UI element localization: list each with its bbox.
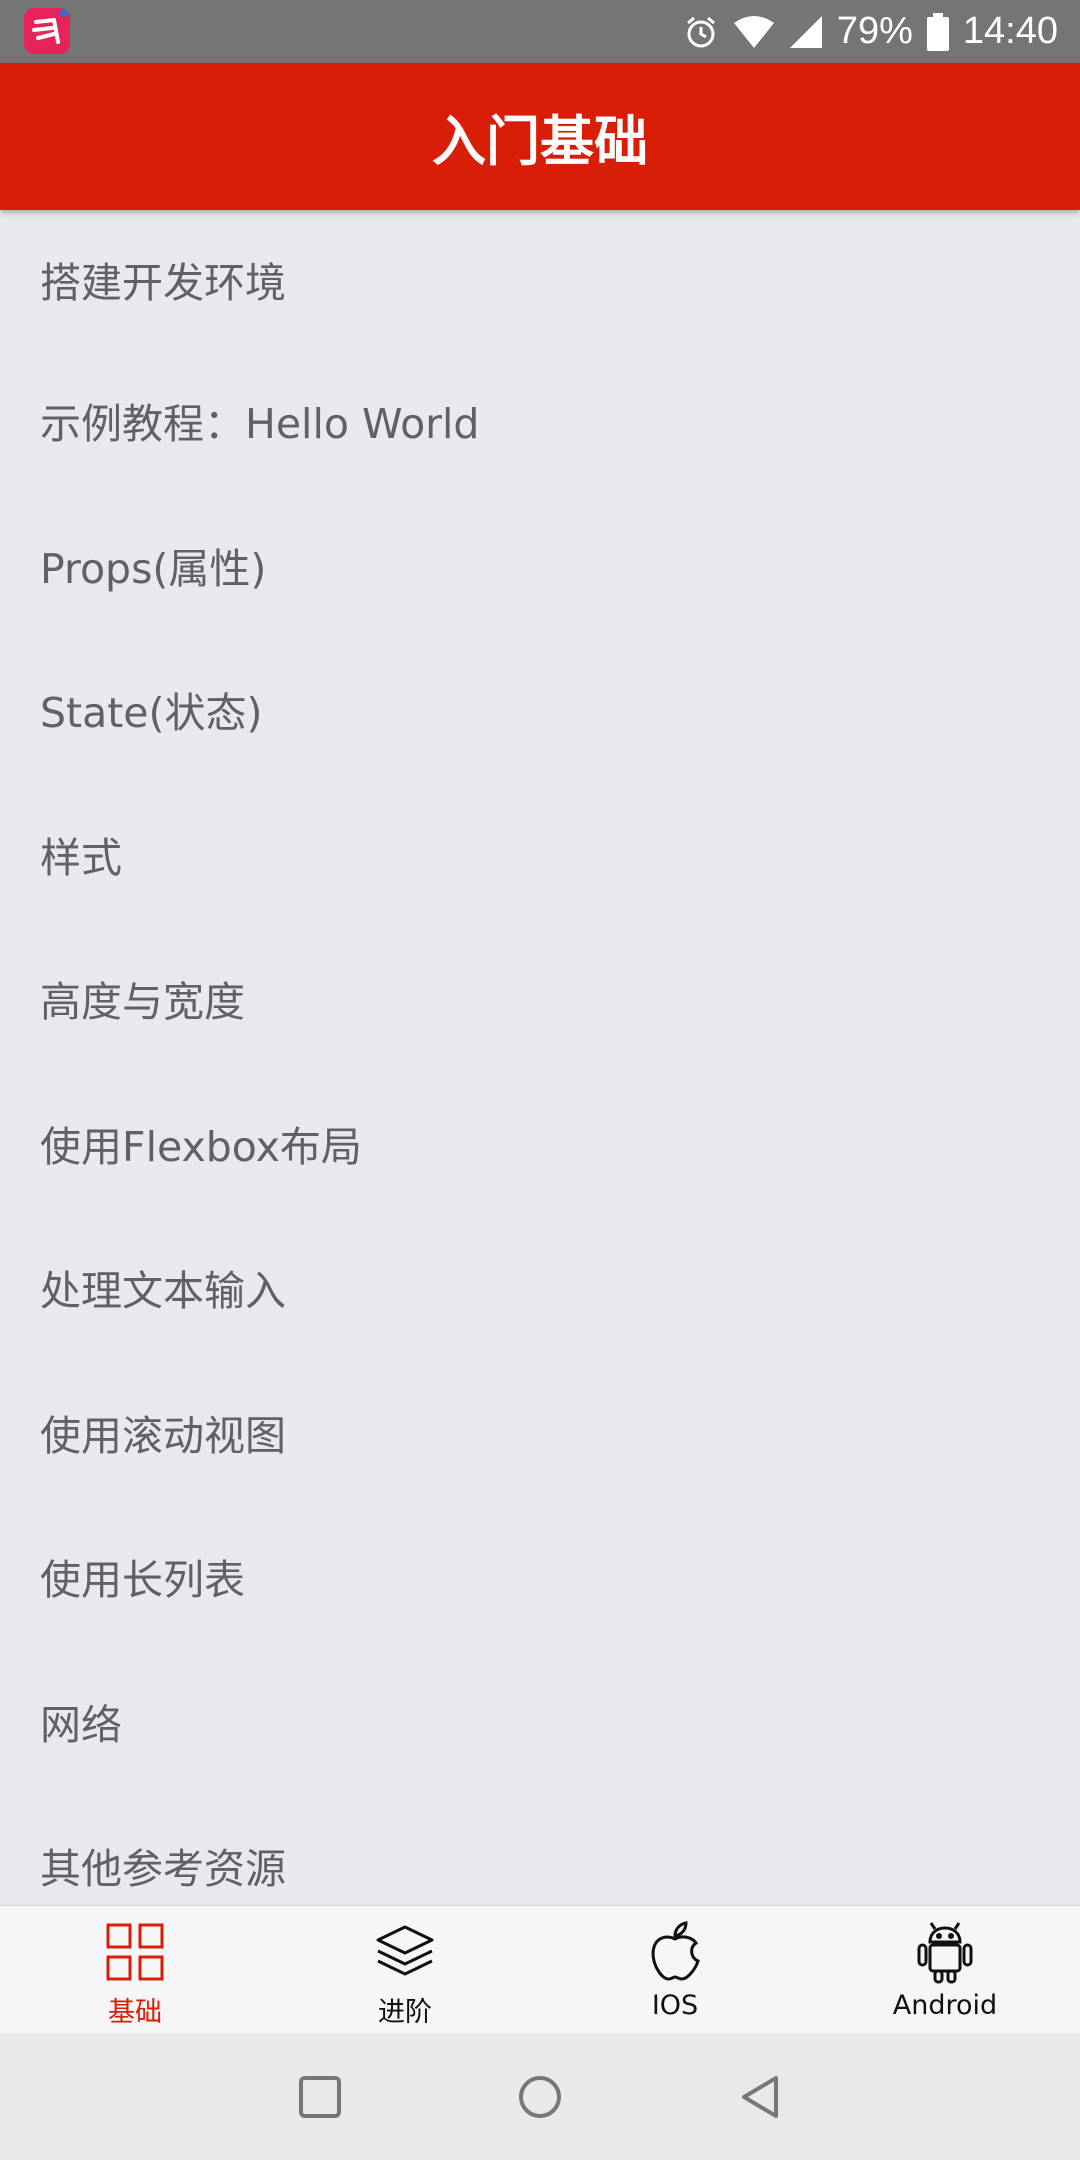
list-item[interactable]: 使用滚动视图 (0, 1360, 1080, 1505)
apple-icon (648, 1920, 702, 1984)
wifi-icon (733, 15, 775, 49)
status-bar: 79% 14:40 (0, 0, 1080, 63)
clock-time: 14:40 (962, 10, 1058, 52)
recents-button[interactable] (210, 2075, 430, 2119)
page-title: 入门基础 (432, 110, 648, 173)
system-nav-bar (0, 2033, 1080, 2160)
app-badge-icon (24, 8, 70, 54)
list-item[interactable]: 样式 (0, 782, 1080, 927)
tab-android[interactable]: Android (810, 1906, 1080, 2034)
list-item[interactable]: 高度与宽度 (0, 926, 1080, 1071)
android-icon (916, 1920, 974, 1984)
back-button[interactable] (650, 2074, 870, 2120)
tab-label: Android (892, 1990, 998, 2021)
list-item[interactable]: 处理文本输入 (0, 1215, 1080, 1360)
square-icon (299, 2075, 341, 2118)
list-item[interactable]: 使用Flexbox布局 (0, 1071, 1080, 1216)
status-icons: 79% 14:40 (683, 0, 1058, 63)
list-item[interactable]: 使用长列表 (0, 1504, 1080, 1649)
cell-signal-icon (789, 15, 823, 49)
layers-icon (374, 1920, 436, 1984)
topic-list[interactable]: 搭建开发环境 示例教程：Hello World Props(属性) State(… (0, 210, 1080, 1905)
list-item[interactable]: State(状态) (0, 637, 1080, 782)
tab-advanced[interactable]: 进阶 (270, 1906, 540, 2034)
tab-label: 进阶 (378, 1997, 432, 2028)
tab-ios[interactable]: IOS (540, 1906, 810, 2034)
home-button[interactable] (430, 2074, 650, 2120)
list-item[interactable]: 搭建开发环境 (0, 210, 1080, 348)
circle-icon (519, 2075, 561, 2118)
list-item[interactable]: 示例教程：Hello World (0, 348, 1080, 493)
list-item[interactable]: Props(属性) (0, 493, 1080, 638)
app-bar: 入门基础 (0, 63, 1080, 210)
tab-label: IOS (651, 1990, 699, 2021)
triangle-back-icon (742, 2075, 778, 2118)
bottom-tab-bar: 基础 进阶 IOS Android (0, 1905, 1080, 2034)
list-item[interactable]: 其他参考资源 (0, 1793, 1080, 1905)
battery-icon (926, 12, 949, 51)
battery-percent: 79% (836, 10, 913, 52)
tab-label: 基础 (108, 1997, 162, 2028)
list-item[interactable]: 网络 (0, 1649, 1080, 1794)
grid-icon (105, 1920, 165, 1984)
alarm-icon (683, 14, 719, 50)
tab-basics[interactable]: 基础 (0, 1906, 270, 2034)
